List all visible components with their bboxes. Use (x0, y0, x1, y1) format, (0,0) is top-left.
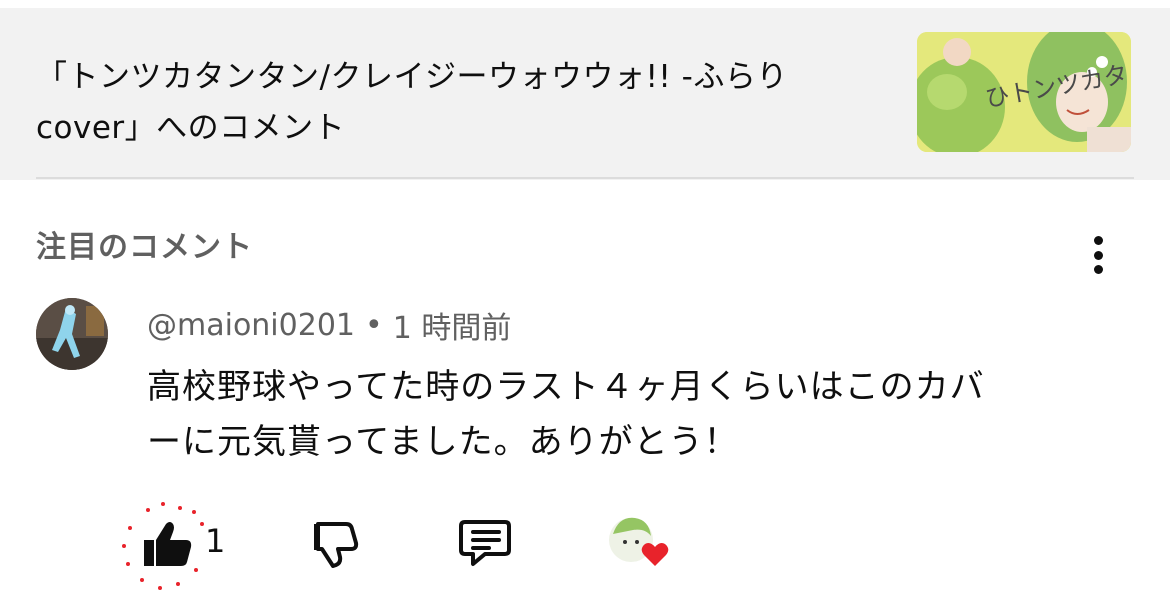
comment-text-line-2: ーに元気貰ってました。ありがとう！ (147, 422, 739, 462)
commenter-avatar[interactable] (36, 298, 108, 370)
comment-author[interactable]: @maioni0201 (147, 308, 355, 343)
comment-actions: 1 (0, 500, 1170, 600)
reply-button[interactable] (459, 516, 515, 568)
comment-reply-icon (459, 520, 511, 566)
comment-text-line-1: 高校野球やってた時のラスト４ヶ月くらいはこのカバ (147, 367, 985, 407)
more-options-button[interactable] (1078, 232, 1118, 278)
comment-meta: @maioni0201 • 1 時間前 (147, 303, 511, 347)
avatar-image (36, 298, 108, 370)
dislike-button[interactable] (310, 516, 362, 568)
comment-body: 高校野球やってた時のラスト４ヶ月くらいはこのカバ ーに元気貰ってました。ありがと… (147, 360, 1107, 470)
like-count: 1 (205, 522, 226, 560)
creator-heart[interactable] (607, 514, 671, 574)
header-divider (36, 177, 1134, 179)
video-title-line-2: cover」へのコメント (36, 110, 346, 146)
pinned-comments-heading: 注目のコメント (36, 230, 253, 265)
thumb-down-icon (314, 522, 359, 568)
comment-time: 1 時間前 (392, 311, 512, 346)
video-title-line-1: 「トンツカタンタン/クレイジーウォウウォ!! -ふらり (36, 59, 788, 95)
video-thumbnail[interactable]: ひトンツカタ (917, 32, 1131, 152)
more-vert-icon (1093, 236, 1103, 245)
video-header[interactable]: 「トンツカタンタン/クレイジーウォウウォ!! -ふらり cover」へのコメント… (0, 8, 1170, 180)
video-title: 「トンツカタンタン/クレイジーウォウウォ!! -ふらり cover」へのコメント (36, 52, 866, 154)
thumbnail-illustration: ひトンツカタ (917, 32, 1131, 152)
creator-heart-icon (609, 517, 669, 566)
meta-separator: • (365, 307, 383, 343)
